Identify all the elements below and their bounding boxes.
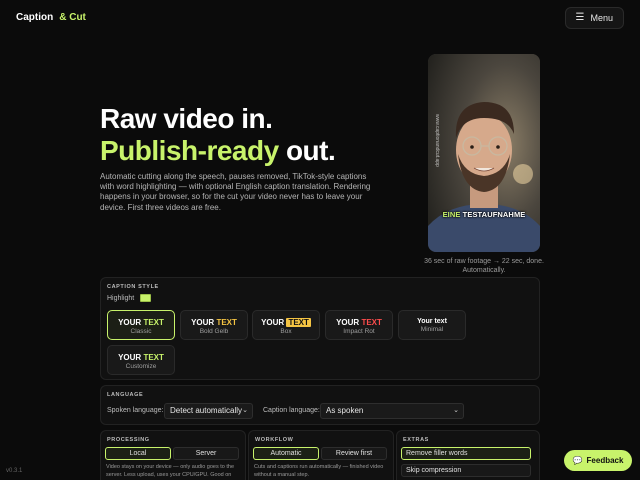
caption-language-label: Caption language: <box>263 407 320 414</box>
spoken-language-select[interactable]: Detect automatically ⌄ <box>164 403 253 419</box>
hero-title-line2: Publish-ready out. <box>100 135 336 167</box>
style-card-bold-gelb[interactable]: YOUR TEXT Bold Gelb <box>180 310 248 340</box>
video-watermark: www.captionandcut.app <box>434 114 440 167</box>
workflow-review-button[interactable]: Review first <box>321 447 387 460</box>
style-preview: YOUR TEXT <box>253 318 319 327</box>
feedback-button[interactable]: 💬 Feedback <box>564 450 632 471</box>
style-card-classic[interactable]: YOUR TEXT Classic <box>107 310 175 340</box>
style-word: YOUR <box>191 318 215 327</box>
menu-label: Menu <box>590 13 613 23</box>
hamburger-icon: ☰ <box>575 12 585 23</box>
hero-description: Automatic cutting along the speech, paus… <box>100 172 371 212</box>
style-name: Impact Rot <box>343 328 375 335</box>
spoken-language-value: Detect automatically <box>170 406 243 415</box>
chat-bubble-icon: 💬 <box>572 456 583 465</box>
style-name: Classic <box>130 328 152 335</box>
highlight-label: Highlight <box>107 295 135 302</box>
style-name: Box <box>280 328 292 335</box>
menu-button[interactable]: ☰ Menu <box>564 7 624 29</box>
processing-title: PROCESSING <box>107 437 150 443</box>
caption-language-value: As spoken <box>326 406 364 415</box>
spoken-language-label: Spoken language: <box>107 407 164 414</box>
video-caption: EINE TESTAUFNAHME <box>428 210 540 219</box>
style-preview: YOUR TEXT <box>181 318 247 327</box>
style-card-minimal[interactable]: Your text Minimal <box>398 310 466 340</box>
style-word: YOUR <box>261 318 285 327</box>
version-label: v0.3.1 <box>6 468 23 474</box>
style-name: Bold Gelb <box>199 328 229 335</box>
highlight-color-swatch[interactable] <box>140 294 151 302</box>
skip-compression-toggle[interactable]: Skip compression <box>401 464 531 477</box>
hero-title-accent: Publish-ready <box>100 135 279 166</box>
processing-server-button[interactable]: Server <box>173 447 239 460</box>
presenter-face-image <box>428 54 540 252</box>
caption-style-title: CAPTION STYLE <box>107 284 159 290</box>
style-name: Customize <box>125 363 157 370</box>
language-panel: LANGUAGE Spoken language: Detect automat… <box>100 385 540 425</box>
hero-title-line1: Raw video in. <box>100 103 273 134</box>
style-word-highlight: TEXT <box>286 318 311 327</box>
hero-title: Raw video in. Publish-ready out. <box>100 103 336 167</box>
style-preview: YOUR TEXT <box>108 318 174 327</box>
style-name: Minimal <box>420 326 444 333</box>
style-card-customize[interactable]: YOUR TEXT Customize <box>107 345 175 375</box>
processing-panel: PROCESSING Local Server Video stays on y… <box>100 430 246 480</box>
video-caption-word: TESTAUFNAHME <box>462 210 526 219</box>
processing-local-button[interactable]: Local <box>105 447 171 460</box>
workflow-panel: WORKFLOW Automatic Review first Cuts and… <box>248 430 394 480</box>
style-word: YOUR <box>336 318 360 327</box>
feedback-label: Feedback <box>586 456 624 465</box>
workflow-title: WORKFLOW <box>255 437 294 443</box>
remove-filler-words-toggle[interactable]: Remove filler words <box>401 447 531 460</box>
brand-accent: & Cut <box>59 12 86 23</box>
style-word-highlight: TEXT <box>143 353 164 362</box>
chevron-down-icon: ⌄ <box>453 407 459 414</box>
caption-language-select[interactable]: As spoken ⌄ <box>320 403 464 419</box>
style-word-highlight: TEXT <box>143 318 164 327</box>
workflow-description: Cuts and captions run automatically — fi… <box>254 464 384 478</box>
video-note: 36 sec of raw footage → 22 sec, done. Au… <box>424 258 544 274</box>
style-preview: YOUR TEXT <box>108 353 174 362</box>
style-word: YOUR <box>118 318 142 327</box>
extras-panel: EXTRAS Remove filler words Skip compress… <box>396 430 540 480</box>
style-word-highlight: TEXT <box>216 318 237 327</box>
processing-description: Video stays on your device — only audio … <box>106 464 235 478</box>
hero-title-rest: out. <box>278 135 336 166</box>
video-preview[interactable]: www.captionandcut.app EINE TESTAUFNAHME <box>428 54 540 252</box>
workflow-automatic-button[interactable]: Automatic <box>253 447 319 460</box>
video-caption-word-highlight: EINE <box>442 210 461 219</box>
header: Caption & Cut ☰ Menu <box>0 0 640 36</box>
caption-style-panel: CAPTION STYLE Highlight YOUR TEXT Classi… <box>100 277 540 380</box>
style-card-impact-rot[interactable]: YOUR TEXT Impact Rot <box>325 310 393 340</box>
chevron-down-icon: ⌄ <box>242 407 248 414</box>
style-card-box[interactable]: YOUR TEXT Box <box>252 310 320 340</box>
brand-main: Caption <box>16 12 54 23</box>
language-title: LANGUAGE <box>107 392 144 398</box>
brand-logo[interactable]: Caption & Cut <box>16 12 86 23</box>
style-word: YOUR <box>118 353 142 362</box>
style-word-highlight: TEXT <box>361 318 382 327</box>
extras-title: EXTRAS <box>403 437 429 443</box>
style-preview: YOUR TEXT <box>326 318 392 327</box>
style-preview: Your text <box>417 318 447 325</box>
